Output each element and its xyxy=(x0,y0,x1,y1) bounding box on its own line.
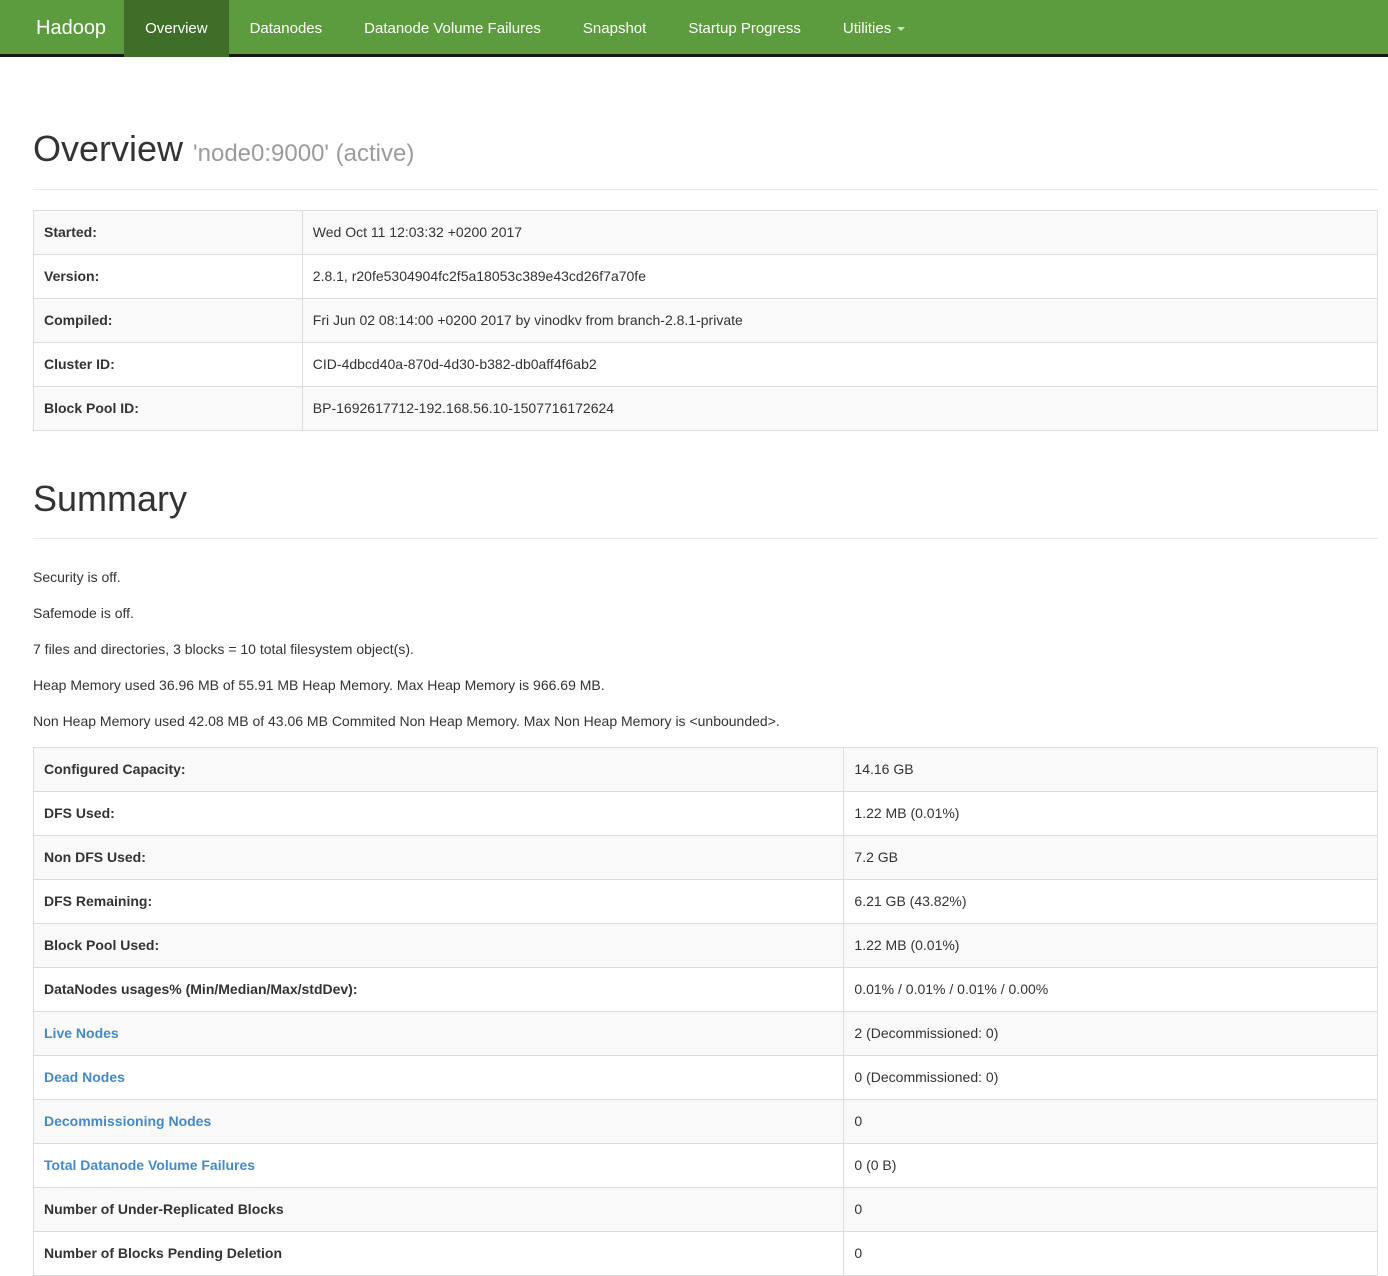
row-label-cell: Dead Nodes xyxy=(34,1056,844,1100)
table-row: Total Datanode Volume Failures 0 (0 B) xyxy=(34,1144,1378,1188)
nav-link[interactable]: Snapshot xyxy=(562,0,667,57)
nav-link[interactable]: Overview xyxy=(124,0,229,57)
row-label-cell: Non DFS Used: xyxy=(34,836,844,880)
status-line: 7 files and directories, 3 blocks = 10 t… xyxy=(33,639,1378,659)
summary-title: Summary xyxy=(33,479,1378,519)
table-row: Number of Blocks Pending Deletion 0 xyxy=(34,1232,1378,1276)
row-value: 0 (Decommissioned: 0) xyxy=(844,1056,1378,1100)
table-row: Version: 2.8.1, r20fe5304904fc2f5a18053c… xyxy=(34,254,1378,298)
row-value: 0 xyxy=(844,1188,1378,1232)
overview-info-table: Started: Wed Oct 11 12:03:32 +0200 2017 … xyxy=(33,210,1378,431)
row-label-cell: DFS Used: xyxy=(34,792,844,836)
table-row: Started: Wed Oct 11 12:03:32 +0200 2017 xyxy=(34,210,1378,254)
status-line: Safemode is off. xyxy=(33,603,1378,623)
table-row: Block Pool Used: 1.22 MB (0.01%) xyxy=(34,924,1378,968)
row-value: 2 (Decommissioned: 0) xyxy=(844,1012,1378,1056)
nav-item-utilities: Utilities xyxy=(822,0,926,54)
row-label-cell: Live Nodes xyxy=(34,1012,844,1056)
main-content: Overview 'node0:9000' (active) Started: … xyxy=(33,129,1378,1276)
divider xyxy=(33,189,1378,190)
row-label-cell: Configured Capacity: xyxy=(34,748,844,792)
row-value: Fri Jun 02 08:14:00 +0200 2017 by vinodk… xyxy=(302,298,1377,342)
nav-link[interactable]: Datanodes xyxy=(229,0,344,57)
row-label: DFS Remaining: xyxy=(44,893,152,909)
row-value: 0.01% / 0.01% / 0.01% / 0.00% xyxy=(844,968,1378,1012)
table-row: Dead Nodes 0 (Decommissioned: 0) xyxy=(34,1056,1378,1100)
table-row: Block Pool ID: BP-1692617712-192.168.56.… xyxy=(34,386,1378,430)
nav-link[interactable]: Startup Progress xyxy=(667,0,822,57)
row-label-cell: DataNodes usages% (Min/Median/Max/stdDev… xyxy=(34,968,844,1012)
table-row: DFS Remaining: 6.21 GB (43.82%) xyxy=(34,880,1378,924)
row-value: 0 (0 B) xyxy=(844,1144,1378,1188)
row-value: 7.2 GB xyxy=(844,836,1378,880)
row-label-cell: Decommissioning Nodes xyxy=(34,1100,844,1144)
table-row: Number of Under-Replicated Blocks 0 xyxy=(34,1188,1378,1232)
row-value: 1.22 MB (0.01%) xyxy=(844,792,1378,836)
row-label[interactable]: Total Datanode Volume Failures xyxy=(44,1157,255,1173)
row-value: 0 xyxy=(844,1100,1378,1144)
row-label: DFS Used: xyxy=(44,805,115,821)
status-line: Security is off. xyxy=(33,567,1378,587)
table-row: Decommissioning Nodes 0 xyxy=(34,1100,1378,1144)
row-value: 6.21 GB (43.82%) xyxy=(844,880,1378,924)
row-label: Number of Under-Replicated Blocks xyxy=(44,1201,284,1217)
row-value: 14.16 GB xyxy=(844,748,1378,792)
nav-item-snapshot: Snapshot xyxy=(562,0,667,54)
navbar: Hadoop Overview Datanodes Datanode Volum… xyxy=(0,0,1388,57)
row-value: CID-4dbcd40a-870d-4d30-b382-db0aff4f6ab2 xyxy=(302,342,1377,386)
table-row: Compiled: Fri Jun 02 08:14:00 +0200 2017… xyxy=(34,298,1378,342)
table-row: Cluster ID: CID-4dbcd40a-870d-4d30-b382-… xyxy=(34,342,1378,386)
nav-item-startup-progress: Startup Progress xyxy=(667,0,822,54)
table-row: Live Nodes 2 (Decommissioned: 0) xyxy=(34,1012,1378,1056)
row-label: Started: xyxy=(34,210,303,254)
nav-menu: Overview Datanodes Datanode Volume Failu… xyxy=(124,0,926,54)
row-label: Non DFS Used: xyxy=(44,849,146,865)
brand-hadoop[interactable]: Hadoop xyxy=(0,0,124,54)
nav-item-datanode-volume-failures: Datanode Volume Failures xyxy=(343,0,562,54)
summary-status-text: Security is off. Safemode is off. 7 file… xyxy=(33,567,1378,731)
row-label[interactable]: Decommissioning Nodes xyxy=(44,1113,211,1129)
row-label: Version: xyxy=(34,254,303,298)
page-title-text: Overview xyxy=(33,128,183,169)
row-label-cell: DFS Remaining: xyxy=(34,880,844,924)
nav-item-overview: Overview xyxy=(124,0,229,54)
page-title: Overview 'node0:9000' (active) xyxy=(33,129,1378,169)
row-label: Block Pool ID: xyxy=(34,386,303,430)
row-value: Wed Oct 11 12:03:32 +0200 2017 xyxy=(302,210,1377,254)
status-line: Heap Memory used 36.96 MB of 55.91 MB He… xyxy=(33,675,1378,695)
row-label-cell: Block Pool Used: xyxy=(34,924,844,968)
row-label: Configured Capacity: xyxy=(44,761,186,777)
divider xyxy=(33,538,1378,539)
status-line: Non Heap Memory used 42.08 MB of 43.06 M… xyxy=(33,711,1378,731)
row-label-cell: Number of Blocks Pending Deletion xyxy=(34,1232,844,1276)
row-label-cell: Total Datanode Volume Failures xyxy=(34,1144,844,1188)
row-value: 0 xyxy=(844,1232,1378,1276)
row-label: Cluster ID: xyxy=(34,342,303,386)
page-title-subtitle: 'node0:9000' (active) xyxy=(193,140,414,167)
table-row: Non DFS Used: 7.2 GB xyxy=(34,836,1378,880)
row-value: BP-1692617712-192.168.56.10-150771617262… xyxy=(302,386,1377,430)
row-label: Compiled: xyxy=(34,298,303,342)
nav-link[interactable]: Datanode Volume Failures xyxy=(343,0,562,57)
table-row: DataNodes usages% (Min/Median/Max/stdDev… xyxy=(34,968,1378,1012)
row-label[interactable]: Dead Nodes xyxy=(44,1069,125,1085)
table-row: Configured Capacity: 14.16 GB xyxy=(34,748,1378,792)
row-value: 1.22 MB (0.01%) xyxy=(844,924,1378,968)
nav-item-datanodes: Datanodes xyxy=(229,0,344,54)
nav-link[interactable]: Utilities xyxy=(822,0,926,57)
summary-table: Configured Capacity: 14.16 GB DFS Used: … xyxy=(33,747,1378,1276)
table-row: DFS Used: 1.22 MB (0.01%) xyxy=(34,792,1378,836)
row-label[interactable]: Live Nodes xyxy=(44,1025,119,1041)
row-value: 2.8.1, r20fe5304904fc2f5a18053c389e43cd2… xyxy=(302,254,1377,298)
row-label-cell: Number of Under-Replicated Blocks xyxy=(34,1188,844,1232)
row-label: Number of Blocks Pending Deletion xyxy=(44,1245,282,1261)
row-label: Block Pool Used: xyxy=(44,937,159,953)
caret-down-icon xyxy=(897,27,905,31)
row-label: DataNodes usages% (Min/Median/Max/stdDev… xyxy=(44,981,358,997)
